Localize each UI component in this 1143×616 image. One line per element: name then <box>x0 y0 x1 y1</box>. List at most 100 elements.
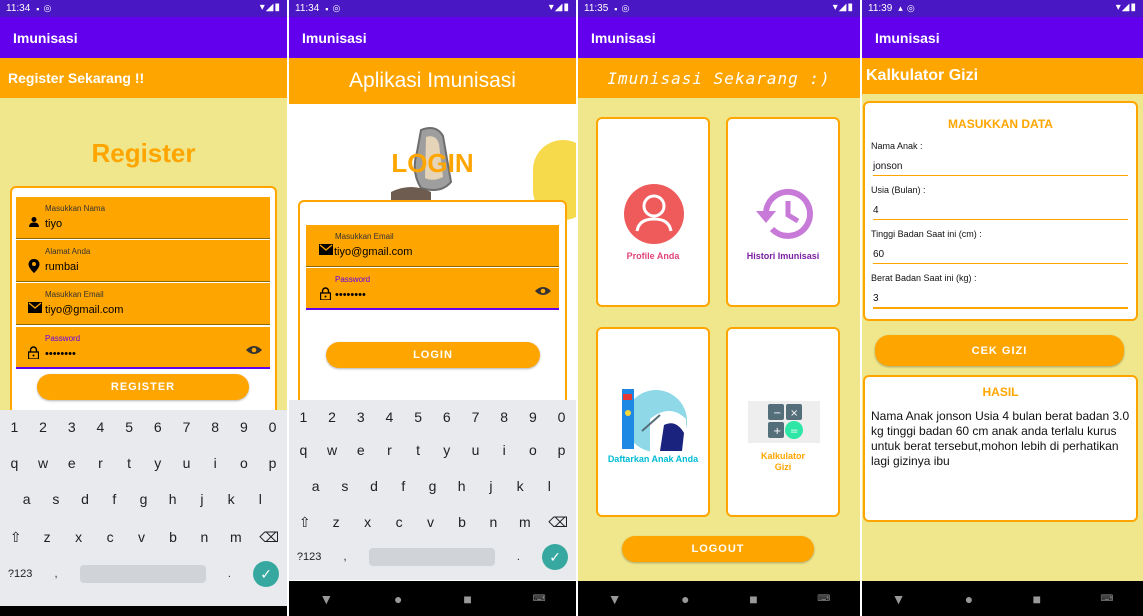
key[interactable]: g <box>424 478 440 494</box>
key[interactable]: h <box>454 478 470 494</box>
key[interactable]: 7 <box>178 419 194 435</box>
key[interactable]: p <box>554 442 570 458</box>
key[interactable]: 5 <box>121 419 137 435</box>
key[interactable]: 9 <box>525 409 541 425</box>
key[interactable]: q <box>6 455 22 471</box>
key[interactable]: s <box>337 478 353 494</box>
back-icon[interactable]: ▼ <box>892 591 906 607</box>
key[interactable]: o <box>236 455 252 471</box>
eye-icon[interactable] <box>246 343 262 358</box>
enter-check-icon[interactable]: ✓ <box>253 561 280 587</box>
key[interactable]: v <box>134 529 150 545</box>
key[interactable]: v <box>423 514 439 530</box>
keyboard-switch-icon[interactable]: ⌨ <box>817 593 830 604</box>
key[interactable]: 0 <box>554 409 570 425</box>
key[interactable]: r <box>381 442 397 458</box>
key[interactable]: t <box>121 455 137 471</box>
key[interactable]: 1 <box>6 419 22 435</box>
address-field[interactable]: Alamat Anda rumbai <box>16 240 270 282</box>
key[interactable]: c <box>102 529 118 545</box>
period-key[interactable]: . <box>221 568 237 580</box>
key[interactable]: r <box>92 455 108 471</box>
key[interactable]: m <box>517 514 533 530</box>
password-field[interactable]: Password •••••••• <box>306 268 559 310</box>
key[interactable]: c <box>391 514 407 530</box>
shift-icon[interactable]: ⇧ <box>297 514 313 531</box>
period-key[interactable]: . <box>510 551 526 563</box>
shift-icon[interactable]: ⇧ <box>8 529 24 546</box>
password-field[interactable]: Password •••••••• <box>16 327 270 369</box>
key[interactable]: i <box>496 442 512 458</box>
key[interactable]: y <box>150 455 166 471</box>
key[interactable]: a <box>308 478 324 494</box>
key[interactable]: 1 <box>295 409 311 425</box>
key[interactable]: p <box>265 455 281 471</box>
key[interactable]: f <box>106 491 122 507</box>
nutrition-calculator-card[interactable]: − × + = Kalkulator Gizi <box>726 327 840 517</box>
key[interactable]: 4 <box>381 409 397 425</box>
profile-card[interactable]: Profile Anda <box>596 117 710 307</box>
key[interactable]: n <box>485 514 501 530</box>
home-icon[interactable]: ● <box>394 591 402 607</box>
key[interactable]: z <box>39 529 55 545</box>
key[interactable]: h <box>165 491 181 507</box>
logout-button[interactable]: LOGOUT <box>622 536 814 562</box>
key[interactable]: t <box>410 442 426 458</box>
email-field[interactable]: Masukkan Email tiyo@gmail.com <box>16 283 270 325</box>
key[interactable]: l <box>252 491 268 507</box>
comma-key[interactable]: , <box>337 551 353 563</box>
key[interactable]: f <box>395 478 411 494</box>
symbols-key[interactable]: ?123 <box>8 568 32 580</box>
key[interactable]: b <box>454 514 470 530</box>
key[interactable]: 3 <box>64 419 80 435</box>
key[interactable]: 8 <box>496 409 512 425</box>
key[interactable]: k <box>223 491 239 507</box>
key[interactable]: g <box>135 491 151 507</box>
symbols-key[interactable]: ?123 <box>297 551 321 563</box>
key[interactable]: 8 <box>207 419 223 435</box>
back-icon[interactable]: ▼ <box>319 591 333 607</box>
key[interactable]: u <box>467 442 483 458</box>
key[interactable]: 0 <box>265 419 281 435</box>
login-button[interactable]: LOGIN <box>326 342 540 368</box>
backspace-icon[interactable]: ⌫ <box>548 514 568 531</box>
key[interactable]: 4 <box>92 419 108 435</box>
eye-icon[interactable] <box>535 284 551 299</box>
key[interactable]: x <box>71 529 87 545</box>
recents-icon[interactable]: ■ <box>463 591 471 607</box>
key[interactable]: x <box>360 514 376 530</box>
recents-icon[interactable]: ■ <box>749 591 757 607</box>
height-input[interactable]: 60 <box>873 249 1128 264</box>
key[interactable]: d <box>366 478 382 494</box>
key[interactable]: b <box>165 529 181 545</box>
key[interactable]: w <box>35 455 51 471</box>
back-icon[interactable]: ▼ <box>608 591 622 607</box>
key[interactable]: u <box>178 455 194 471</box>
keyboard-switch-icon[interactable]: ⌨ <box>1100 593 1113 604</box>
home-icon[interactable]: ● <box>681 591 689 607</box>
key[interactable]: 7 <box>467 409 483 425</box>
recents-icon[interactable]: ■ <box>1033 591 1041 607</box>
key[interactable]: e <box>64 455 80 471</box>
key[interactable]: q <box>295 442 311 458</box>
key[interactable]: i <box>207 455 223 471</box>
name-field[interactable]: Masukkan Nama tiyo <box>16 197 270 239</box>
check-nutrition-button[interactable]: CEK GIZI <box>875 335 1124 366</box>
key[interactable]: 5 <box>410 409 426 425</box>
history-card[interactable]: Histori Imunisasi <box>726 117 840 307</box>
key[interactable]: 9 <box>236 419 252 435</box>
key[interactable]: 2 <box>35 419 51 435</box>
key[interactable]: 6 <box>439 409 455 425</box>
key[interactable]: e <box>353 442 369 458</box>
backspace-icon[interactable]: ⌫ <box>259 529 279 546</box>
comma-key[interactable]: , <box>48 568 64 580</box>
key[interactable]: 2 <box>324 409 340 425</box>
key[interactable]: d <box>77 491 93 507</box>
key[interactable]: n <box>196 529 212 545</box>
space-bar[interactable] <box>368 548 495 566</box>
key[interactable]: 6 <box>150 419 166 435</box>
key[interactable]: a <box>19 491 35 507</box>
key[interactable]: z <box>328 514 344 530</box>
space-bar[interactable] <box>79 565 206 583</box>
key[interactable]: j <box>194 491 210 507</box>
